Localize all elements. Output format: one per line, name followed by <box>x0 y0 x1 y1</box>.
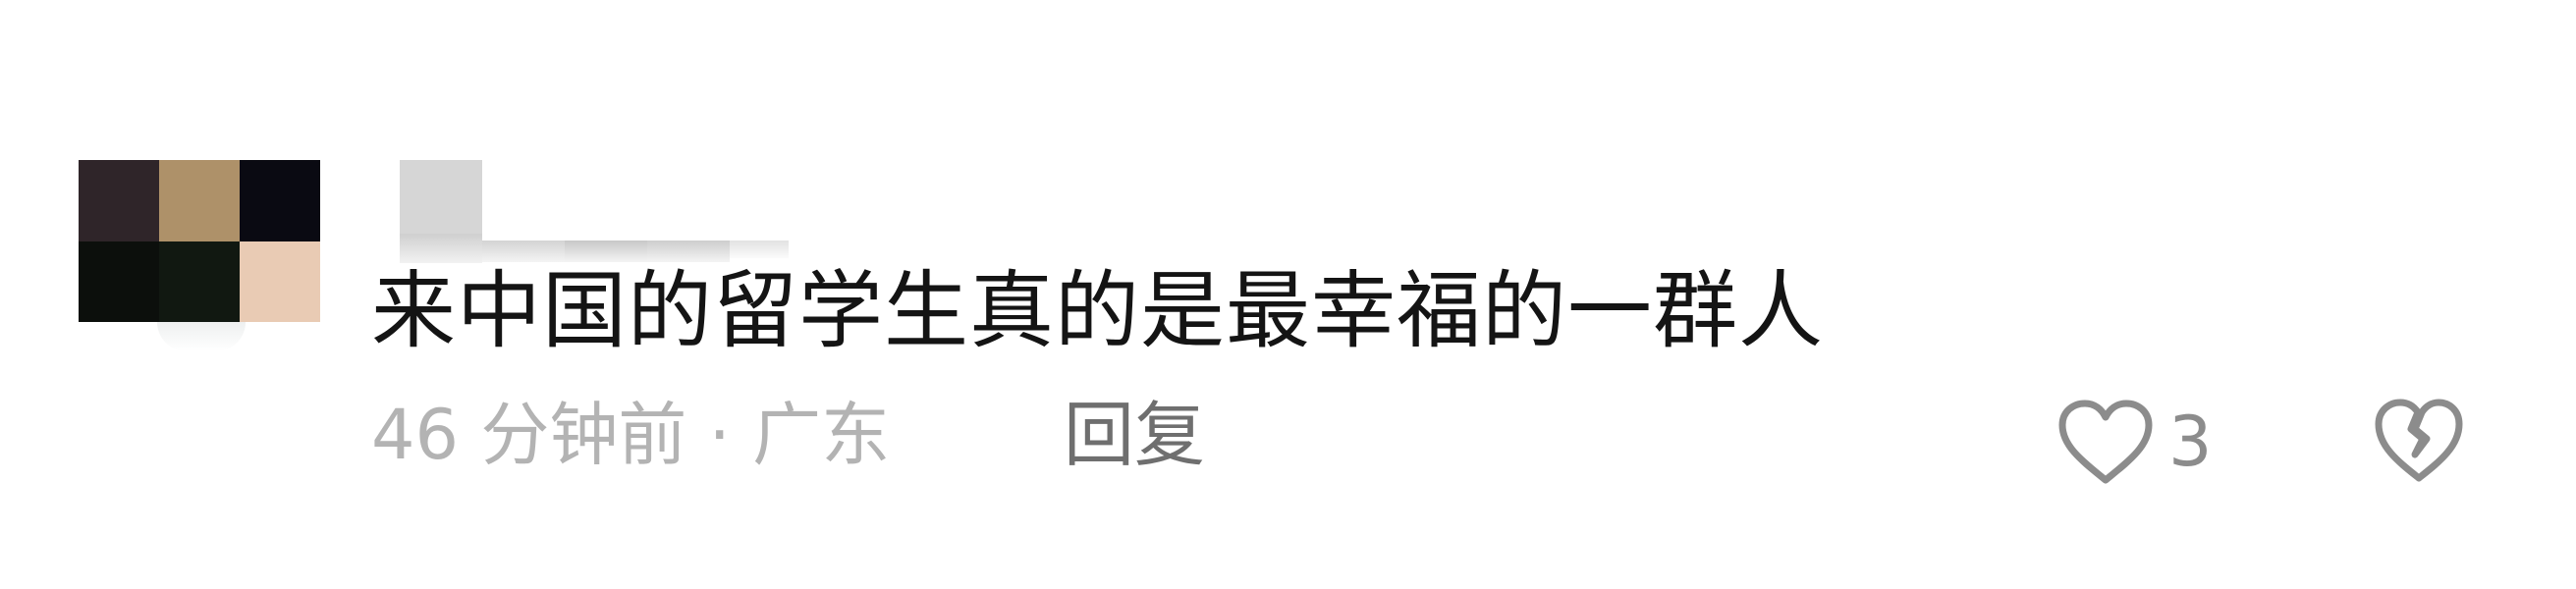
avatar-pixel <box>159 241 240 322</box>
like-button[interactable]: 3 <box>2055 393 2213 491</box>
comment-meta: 46 分钟前 · 广东 <box>371 395 891 475</box>
avatar-shadow <box>157 322 246 351</box>
avatar-pixel <box>79 160 159 241</box>
avatar-pixel <box>159 160 240 241</box>
avatar-pixel <box>79 241 159 322</box>
avatar[interactable] <box>79 160 320 322</box>
comment-item: 来中国的留学生真的是最幸福的一群人 46 分钟前 · 广东 回复 3 <box>0 0 2576 589</box>
dislike-button[interactable] <box>2372 393 2466 491</box>
comment-text: 来中国的留学生真的是最幸福的一群人 <box>371 262 1824 360</box>
avatar-pixel <box>240 241 320 322</box>
avatar-pixel <box>240 160 320 241</box>
redaction-block <box>400 160 482 234</box>
redaction-block <box>730 241 789 258</box>
heart-outline-icon <box>2055 396 2157 488</box>
reply-button[interactable]: 回复 <box>1064 391 1205 479</box>
username-redacted[interactable] <box>400 160 812 268</box>
like-count: 3 <box>2168 402 2213 482</box>
broken-heart-icon <box>2372 394 2466 490</box>
